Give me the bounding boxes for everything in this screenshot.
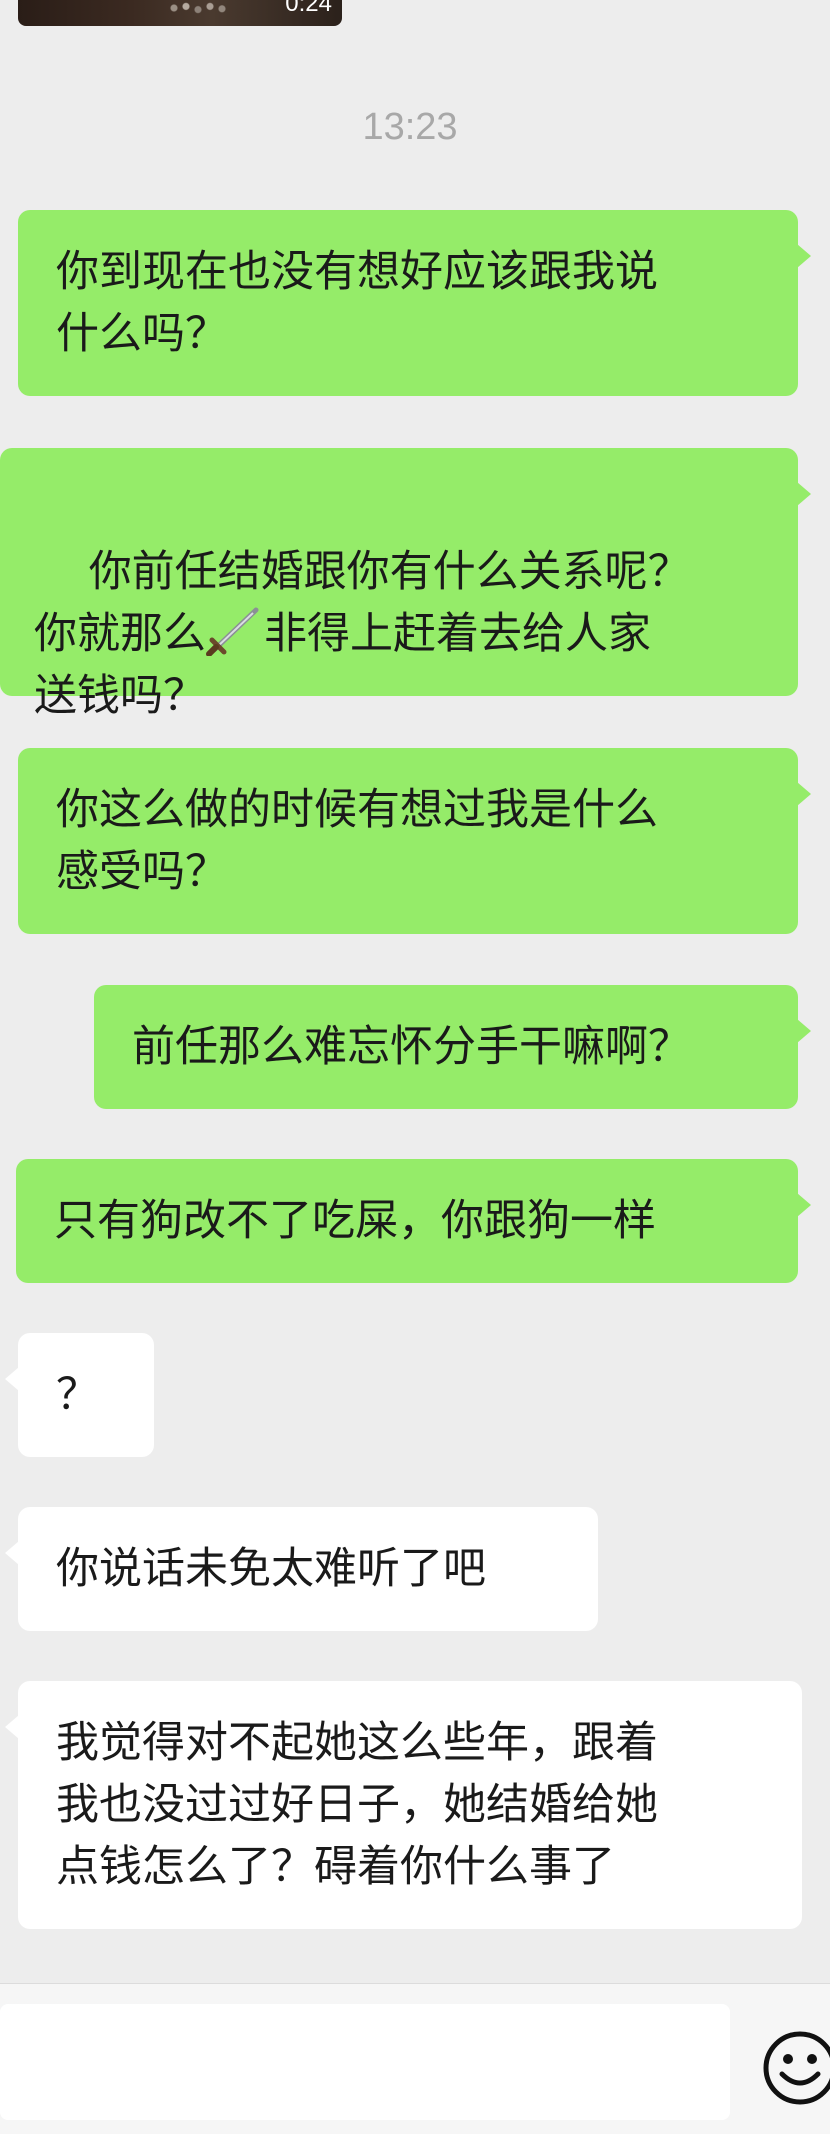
message-input[interactable] — [0, 2004, 730, 2120]
emoji-button[interactable] — [760, 2028, 830, 2108]
message-timestamp: 13:23 — [362, 106, 458, 148]
message-input-bar — [0, 1983, 830, 2134]
video-duration: 0:24 — [285, 0, 332, 17]
sent-message-bubble[interactable]: 只有狗改不了吃屎，你跟狗一样 — [16, 1159, 811, 1283]
received-message-bubble[interactable]: ？ — [5, 1333, 154, 1457]
video-message-thumbnail[interactable]: 0:24 — [18, 0, 342, 26]
received-message-bubble[interactable]: 你说话未免太难听了吧 — [5, 1507, 598, 1631]
received-message-bubble[interactable]: 我觉得对不起她这么些年，跟着 我也没过过好日子，她结婚给她 点钱怎么了？碍着你什… — [5, 1681, 802, 1929]
sent-message-bubble[interactable]: 你这么做的时候有想过我是什么 感受吗？ — [18, 748, 811, 934]
sent-message-bubble[interactable]: 前任那么难忘怀分手干嘛啊？ — [94, 985, 811, 1109]
video-thumbnail-image — [168, 0, 228, 16]
chat-message-area[interactable]: 0:24 13:23 你到现在也没有想好应该跟我说 什么吗？ 你前任结婚跟你有什… — [0, 0, 830, 1983]
sent-message-bubble[interactable]: 你到现在也没有想好应该跟我说 什么吗？ — [18, 210, 811, 396]
dagger-emoji-icon — [206, 604, 264, 657]
smiley-face-icon — [763, 2031, 830, 2105]
sent-message-bubble[interactable]: 你前任结婚跟你有什么关系呢？ 你就那么 非得上赶着去给人家 送钱吗？ — [0, 448, 811, 721]
